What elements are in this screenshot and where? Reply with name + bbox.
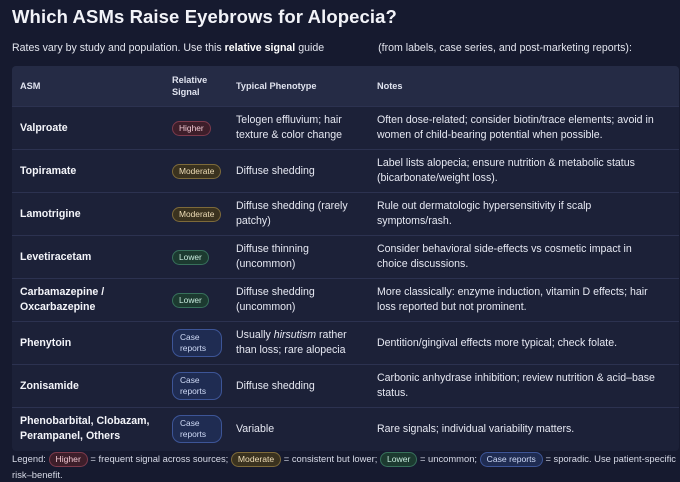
signal-cell: Lower [164,235,228,279]
intro-middle: guide [295,42,325,54]
signal-cell: Lower [164,278,228,322]
legend-higher-text: = frequent signal across sources; [87,453,229,464]
signal-badge: Case reports [172,329,222,357]
table-row: Phenytoin Case reports Usually hirsutism… [12,321,679,365]
table-row: Carbamazepine / Oxcarbazepine Lower Diff… [12,278,679,322]
table-row: Levetiracetam Lower Diffuse thinning (un… [12,235,679,279]
signal-badge: Case reports [172,415,222,444]
header-phenotype: Typical Phenotype [228,66,369,107]
phenotype-emphasis: hirsutism [273,329,317,341]
legend-lower-badge: Lower [379,452,418,467]
table-row: Phenobarbital, Clobazam, Perampanel, Oth… [12,407,679,451]
signal-cell: Moderate [164,192,228,236]
phenotype-cell: Variable [228,407,369,451]
phenotype-cell: Diffuse thinning (uncommon) [228,235,369,279]
legend: Legend: Higher = frequent signal across … [12,451,677,482]
asm-name: Valproate [12,106,164,150]
notes-cell: Consider behavioral side-effects vs cosm… [369,235,679,279]
table-row: Topiramate Moderate Diffuse shedding Lab… [12,149,679,193]
signal-cell: Higher [164,106,228,150]
table-row: Zonisamide Case reports Diffuse shedding… [12,364,679,408]
notes-cell: Carbonic anhydrase inhibition; review nu… [369,364,679,408]
asm-name: Lamotrigine [12,192,164,236]
intro-bold: relative signal [224,42,296,54]
signal-badge: Lower [172,292,209,308]
page-title: Which ASMs Raise Eyebrows for Alopecia? [12,6,397,27]
phenotype-cell: Diffuse shedding [228,149,369,193]
asm-name: Topiramate [12,149,164,193]
intro-after: (from labels, case series, and post-mark… [378,42,632,54]
notes-cell: Rule out dermatologic hypersensitivity i… [369,192,679,236]
notes-cell: Dentition/gingival effects more typical;… [369,321,679,365]
table-row: Valproate Higher Telogen effluvium; hair… [12,106,679,150]
phenotype-cell: Diffuse shedding (rarely patchy) [228,192,369,236]
header-notes: Notes [369,66,679,107]
notes-cell: More classically: enzyme induction, vita… [369,278,679,322]
signal-cell: Moderate [164,149,228,193]
asm-table: ASM Relative Signal Typical Phenotype Not… [12,66,679,451]
phenotype-cell: Diffuse shedding [228,364,369,408]
header-asm: ASM [12,66,164,107]
header-signal-line1: Relative [172,75,208,85]
signal-cell: Case reports [164,364,228,408]
asm-name: Phenobarbital, Clobazam, Perampanel, Oth… [12,407,164,451]
signal-badge: Case reports [172,372,222,400]
asm-name: Levetiracetam [12,235,164,279]
signal-badge: Lower [172,249,209,265]
phenotype-cell: Telogen effluvium; hair texture & color … [228,106,369,150]
intro-before: Rates vary by study and population. Use … [12,42,225,54]
signal-cell: Case reports [164,321,228,365]
phenotype-prefix: Usually [236,329,274,341]
asm-name: Phenytoin [12,321,164,365]
legend-label: Legend: [12,453,46,464]
legend-moderate-badge: Moderate [230,452,282,467]
header-signal-line2: Signal [172,87,200,97]
legend-lower-text: = uncommon; [417,453,478,464]
notes-cell: Label lists alopecia; ensure nutrition &… [369,149,679,193]
asm-name: Carbamazepine / Oxcarbazepine [12,278,164,322]
notes-cell: Often dose-related; consider biotin/trac… [369,106,679,150]
legend-higher-badge: Higher [48,452,88,467]
table-row: Lamotrigine Moderate Diffuse shedding (r… [12,192,679,236]
asm-name: Zonisamide [12,364,164,408]
phenotype-cell: Diffuse shedding (uncommon) [228,278,369,322]
notes-cell: Rare signals; individual variability mat… [369,407,679,451]
header-signal: Relative Signal [164,66,228,107]
signal-badge: Higher [172,120,211,136]
legend-moderate-text: = consistent but lower; [281,453,378,464]
signal-badge: Moderate [172,163,222,179]
legend-case-badge: Case reports [479,452,543,467]
intro-text: Rates vary by study and population. Use … [12,42,672,54]
signal-badge: Moderate [172,206,222,222]
table-header-row: ASM Relative Signal Typical Phenotype Not… [12,66,679,107]
signal-cell: Case reports [164,407,228,451]
phenotype-cell: Usually hirsutism rather than loss; rare… [228,321,369,365]
